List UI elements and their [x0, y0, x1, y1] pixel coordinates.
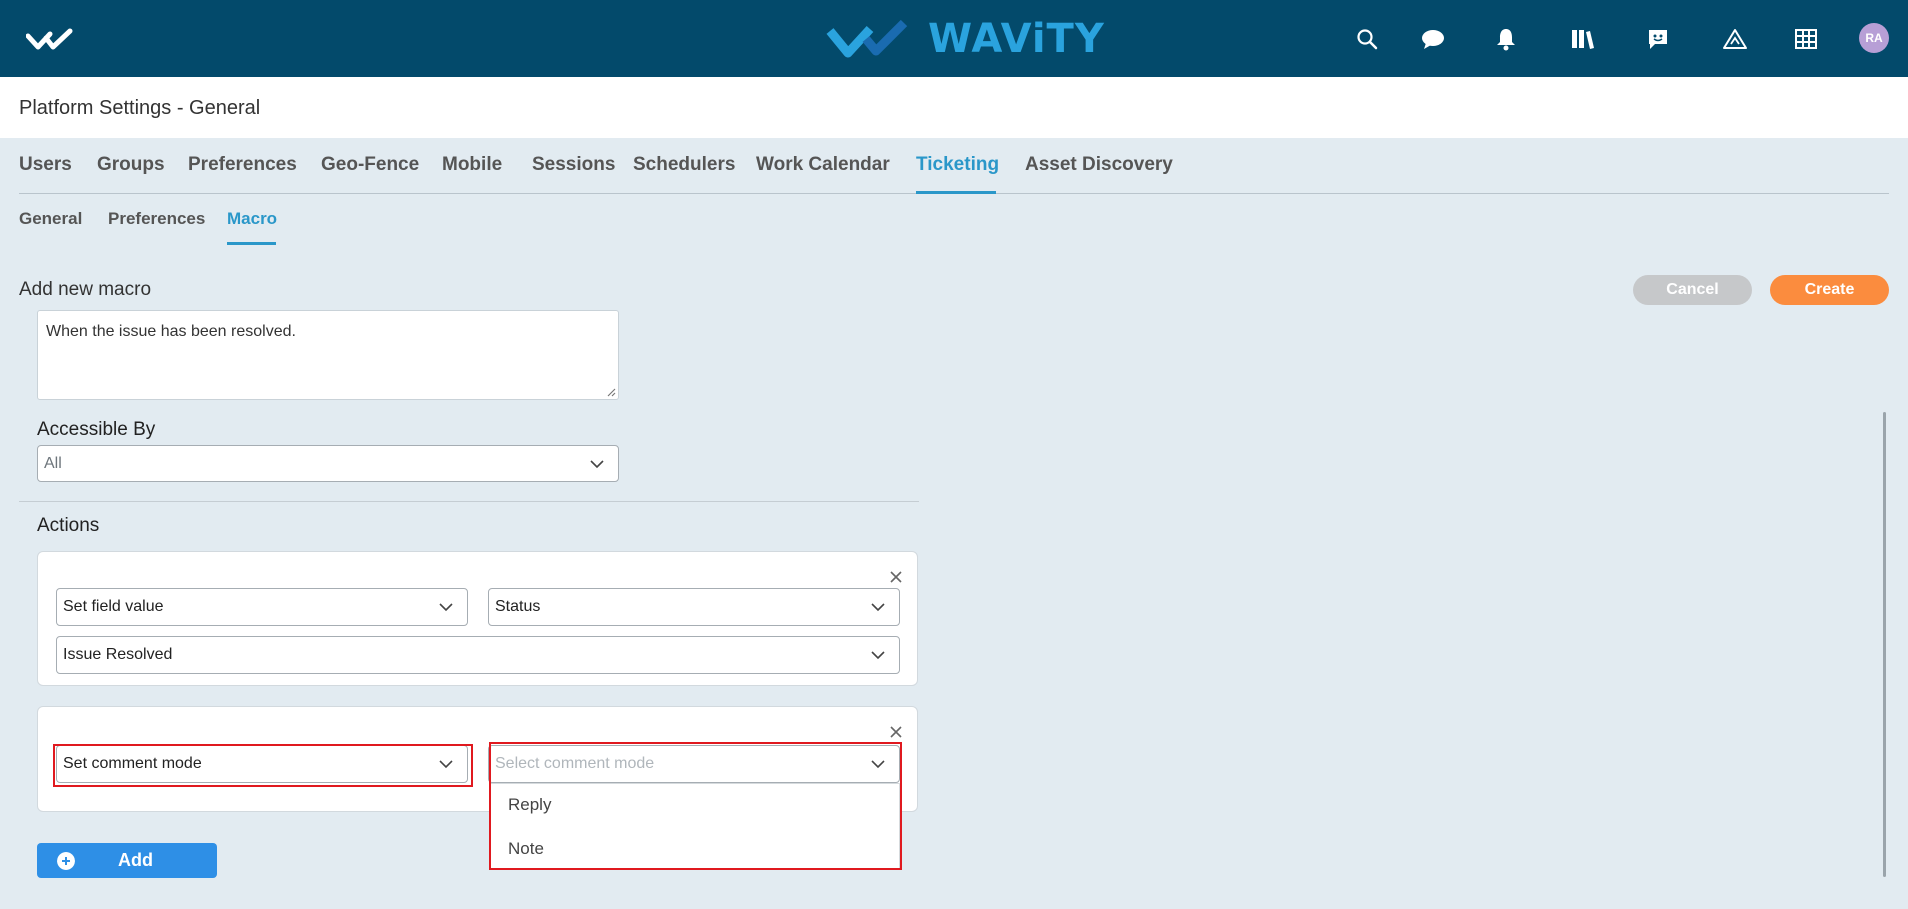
field-value-select[interactable]: Issue Resolved	[56, 636, 900, 674]
accessible-by-select[interactable]: All	[37, 445, 619, 482]
add-action-button[interactable]: Add	[37, 843, 217, 878]
chevron-down-icon	[871, 760, 885, 769]
action-type-value: Set field value	[63, 598, 164, 615]
ticketing-subtabs: General Preferences Macro	[19, 194, 919, 246]
tab-schedulers[interactable]: Schedulers	[633, 154, 735, 176]
action-card-1: Set field value Status Issue Resolved	[37, 551, 918, 686]
comment-mode-dropdown-menu: Reply Note	[490, 783, 900, 869]
action-type-select-2[interactable]: Set comment mode	[56, 745, 468, 783]
brand-check-icon	[826, 19, 908, 58]
chevron-down-icon	[871, 651, 885, 660]
tab-preferences[interactable]: Preferences	[188, 154, 297, 176]
brand-logo: WAViTY	[826, 16, 1105, 62]
bell-icon[interactable]	[1493, 26, 1519, 52]
chat-icon[interactable]	[1420, 26, 1446, 52]
tab-groups[interactable]: Groups	[97, 154, 165, 176]
subtab-preferences[interactable]: Preferences	[108, 209, 205, 229]
accessible-by-label: Accessible By	[37, 419, 156, 440]
field-select[interactable]: Status	[488, 588, 900, 626]
page-title: Platform Settings - General	[19, 97, 261, 119]
tab-ticketing[interactable]: Ticketing	[916, 154, 999, 176]
alert-triangle-icon[interactable]	[1722, 26, 1748, 52]
top-navigation-bar: WAViTY RA	[0, 0, 1908, 77]
brand-name: WAViTY	[928, 16, 1105, 62]
field-value: Status	[495, 598, 541, 615]
subtab-macro[interactable]: Macro	[227, 209, 277, 229]
comment-mode-select[interactable]: Select comment mode	[488, 745, 900, 783]
tab-mobile[interactable]: Mobile	[442, 154, 502, 176]
cancel-button[interactable]: Cancel	[1633, 275, 1752, 305]
section-title: Add new macro	[19, 279, 152, 300]
resize-handle-icon[interactable]	[606, 387, 616, 397]
search-icon[interactable]	[1354, 26, 1380, 52]
action-type-value-2: Set comment mode	[63, 755, 202, 772]
tab-work-calendar[interactable]: Work Calendar	[756, 154, 890, 176]
comment-mode-placeholder: Select comment mode	[495, 755, 655, 772]
subtab-general[interactable]: General	[19, 209, 82, 229]
divider	[19, 501, 919, 502]
user-avatar[interactable]: RA	[1859, 23, 1889, 53]
actions-label: Actions	[37, 515, 100, 536]
chevron-down-icon	[590, 459, 604, 468]
status-value: Issue Resolved	[63, 646, 173, 663]
close-icon[interactable]	[889, 570, 903, 584]
create-button[interactable]: Create	[1770, 275, 1889, 305]
description-textarea[interactable]: When the issue has been resolved.	[37, 310, 619, 400]
grid-apps-icon[interactable]	[1793, 26, 1819, 52]
accessible-by-value: All	[44, 454, 62, 472]
active-subtab-indicator	[227, 242, 276, 245]
title-bar: Platform Settings - General	[0, 77, 1908, 138]
add-label: Add	[118, 850, 153, 870]
action-type-select[interactable]: Set field value	[56, 588, 468, 626]
active-tab-indicator	[916, 191, 996, 194]
chevron-down-icon	[439, 760, 453, 769]
tab-geo-fence[interactable]: Geo-Fence	[321, 154, 419, 176]
close-icon[interactable]	[889, 725, 903, 739]
tab-users[interactable]: Users	[19, 154, 72, 176]
library-icon[interactable]	[1570, 26, 1596, 52]
menu-item-reply[interactable]: Reply	[508, 795, 551, 815]
settings-tabs: Users Groups Preferences Geo-Fence Mobil…	[19, 138, 1889, 194]
menu-item-note[interactable]: Note	[508, 839, 544, 859]
home-logo-icon[interactable]	[26, 28, 76, 50]
chevron-down-icon	[871, 603, 885, 612]
tab-sessions[interactable]: Sessions	[532, 154, 615, 176]
scrollbar[interactable]	[1883, 412, 1886, 877]
plus-icon	[57, 852, 75, 870]
chevron-down-icon	[439, 603, 453, 612]
tab-asset-discovery[interactable]: Asset Discovery	[1025, 154, 1173, 176]
feedback-icon[interactable]	[1645, 26, 1671, 52]
description-text: When the issue has been resolved.	[46, 323, 296, 340]
